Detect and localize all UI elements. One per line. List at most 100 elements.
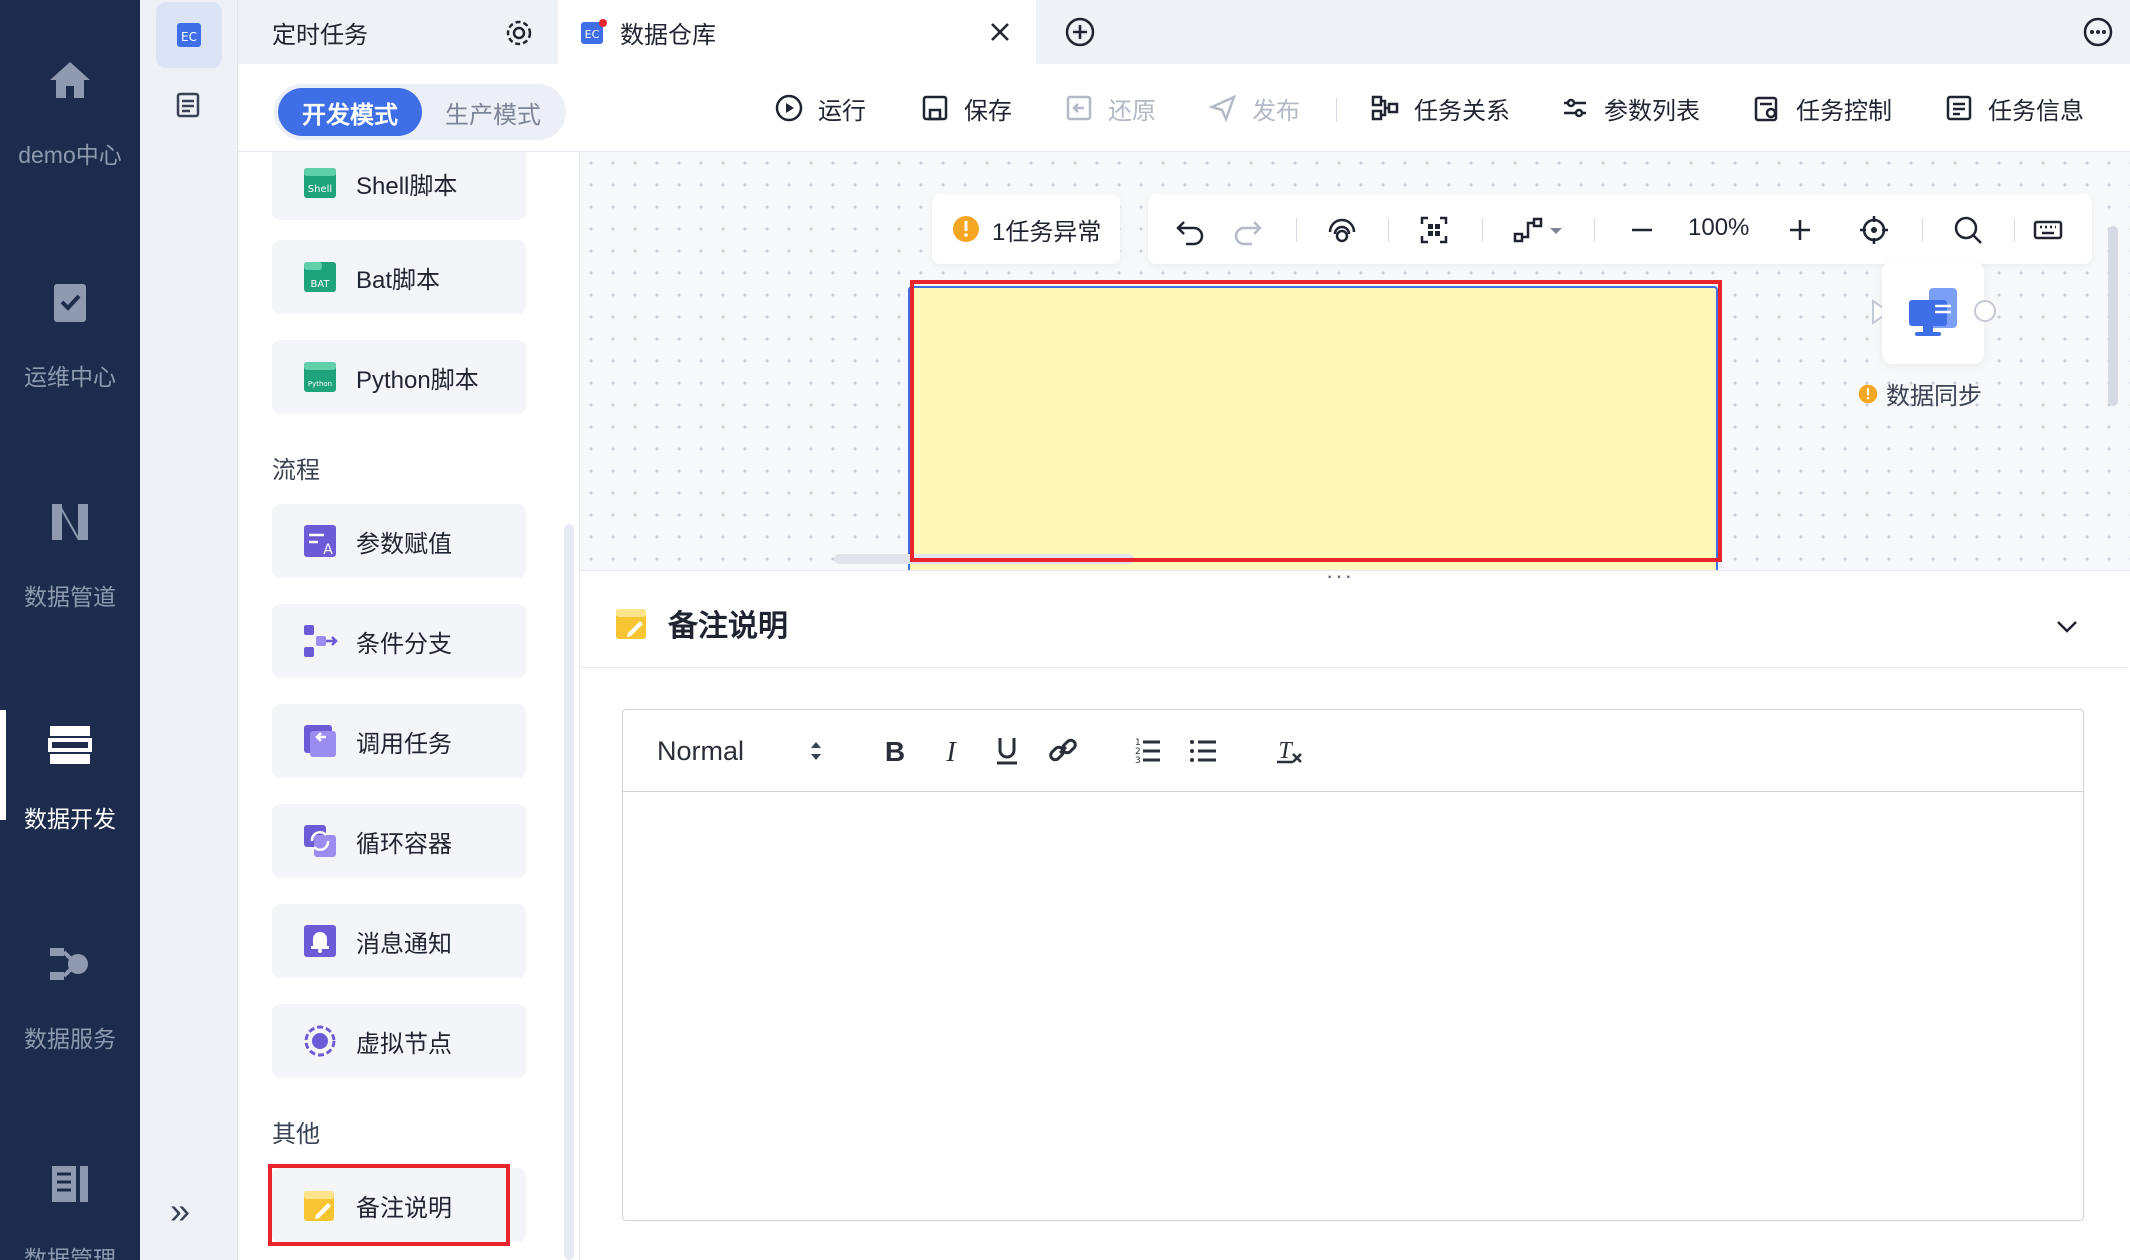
data-sync-node-text: 数据同步	[1886, 383, 1982, 410]
data-sync-node-label: 数据同步	[1858, 376, 1982, 411]
nav-item-data-manage[interactable]: 数据管理	[0, 1160, 140, 1260]
palette-item-python[interactable]: Python Python脚本	[272, 340, 526, 414]
data-sync-icon	[1909, 288, 1957, 336]
canvas-toolbar-divider	[1482, 218, 1483, 242]
chevron-down-icon[interactable]	[2052, 611, 2082, 641]
restore-button[interactable]: 还原	[1064, 90, 1156, 126]
pipeline-icon	[52, 504, 88, 540]
canvas-toolbar: 100%	[1148, 194, 2092, 264]
panel-header: 备注说明	[614, 601, 788, 645]
select-arrows-icon[interactable]	[807, 736, 825, 766]
task-warning-pill[interactable]: 1任务异常	[932, 194, 1120, 264]
clipboard-check-icon	[54, 284, 86, 322]
fit-view-icon[interactable]	[1418, 214, 1450, 246]
svg-text:Python: Python	[308, 380, 332, 388]
code-doc-icon: EC	[177, 23, 201, 47]
palette-item-param-assign[interactable]: A 参数赋值	[272, 504, 526, 578]
node-output-port[interactable]	[1974, 300, 1996, 322]
data-sync-node[interactable]	[1882, 262, 1984, 364]
component-palette: Shell Shell脚本 BAT Bat脚本 Python Python脚本 …	[238, 152, 580, 1260]
palette-item-label: 备注说明	[356, 1194, 452, 1222]
save-button[interactable]: 保存	[920, 90, 1012, 126]
nav-item-data-pipeline[interactable]: 数据管道	[0, 498, 140, 648]
locate-icon[interactable]	[1858, 214, 1890, 246]
canvas-vertical-scrollbar[interactable]	[2108, 226, 2118, 406]
bold-icon[interactable]: B	[879, 734, 911, 766]
task-warning-text: 1任务异常	[992, 218, 1102, 246]
palette-item-note[interactable]: 备注说明	[272, 1168, 526, 1242]
zoom-out-icon[interactable]	[1626, 214, 1658, 246]
close-icon[interactable]	[986, 18, 1014, 46]
server-stack-icon	[48, 726, 92, 764]
auto-layout-icon[interactable]	[1326, 214, 1358, 246]
palette-item-notify[interactable]: 消息通知	[272, 904, 526, 978]
strip-doc-button[interactable]	[156, 72, 222, 138]
palette-scrollbar[interactable]	[564, 524, 574, 1260]
panel-title: 备注说明	[668, 610, 788, 643]
relation-icon	[1371, 95, 1399, 121]
task-info-label: 任务信息	[1988, 97, 2084, 125]
link-icon[interactable]	[1047, 734, 1079, 766]
nav-item-data-service[interactable]: 数据服务	[0, 940, 140, 1090]
tab-scheduled-task[interactable]: 定时任务	[238, 0, 558, 64]
redo-icon[interactable]	[1232, 214, 1264, 246]
svg-text:B: B	[885, 736, 905, 766]
search-icon[interactable]	[1952, 214, 1984, 246]
palette-item-label: 循环容器	[356, 830, 452, 858]
panel-resize-handle[interactable]: ···	[1326, 563, 1354, 589]
undo-icon[interactable]	[1174, 214, 1206, 246]
task-relation-button[interactable]: 任务关系	[1370, 90, 1510, 126]
param-list-button[interactable]: 参数列表	[1560, 90, 1700, 126]
restore-label: 还原	[1108, 97, 1156, 125]
zoom-in-icon[interactable]	[1784, 214, 1816, 246]
loop-icon	[304, 825, 336, 857]
palette-item-label: 条件分支	[356, 630, 452, 658]
ordered-list-icon[interactable]: 1 2 3	[1131, 734, 1163, 766]
tab-data-warehouse[interactable]: EC 数据仓库	[558, 0, 1036, 64]
edge-style-icon[interactable]	[1512, 214, 1566, 246]
palette-item-label: 消息通知	[356, 930, 452, 958]
dev-mode-button[interactable]: 开发模式	[278, 88, 422, 136]
palette-item-call-task[interactable]: 调用任务	[272, 704, 526, 778]
task-control-button[interactable]: 任务控制	[1752, 90, 1892, 126]
workflow-canvas[interactable]: 1任务异常 100% 数据同步	[580, 152, 2130, 570]
run-label: 运行	[818, 97, 866, 125]
warning-icon	[1858, 384, 1878, 403]
prod-mode-button[interactable]: 生产模式	[424, 88, 562, 136]
palette-item-shell[interactable]: Shell Shell脚本	[272, 152, 526, 220]
nav-item-data-dev[interactable]: 数据开发	[0, 710, 140, 870]
publish-button[interactable]: 发布	[1208, 90, 1300, 126]
home-icon	[50, 62, 90, 98]
strip-dev-button[interactable]: EC	[156, 2, 222, 68]
tab-label: 定时任务	[272, 21, 368, 49]
canvas-toolbar-divider	[1922, 218, 1923, 242]
clear-format-icon[interactable]: T	[1273, 734, 1305, 766]
add-tab-icon[interactable]	[1064, 16, 1096, 48]
text-format-select[interactable]: Normal	[657, 736, 744, 767]
more-options-icon[interactable]	[2082, 16, 2114, 48]
note-icon	[616, 609, 646, 639]
nav-label: 数据开发	[24, 806, 116, 832]
bullet-list-icon[interactable]	[1187, 734, 1219, 766]
run-button[interactable]: 运行	[774, 90, 866, 126]
expand-sidebar-icon[interactable]: »	[170, 1190, 190, 1232]
svg-text:3: 3	[1135, 756, 1141, 766]
keyboard-icon[interactable]	[2032, 214, 2064, 246]
note-node[interactable]	[908, 286, 1718, 570]
svg-text:A: A	[323, 542, 333, 558]
tab-bar: 定时任务 EC 数据仓库	[238, 0, 2130, 64]
palette-item-virtual-node[interactable]: 虚拟节点	[272, 1004, 526, 1078]
palette-item-label: Shell脚本	[356, 172, 458, 200]
svg-text:Shell: Shell	[308, 184, 332, 195]
nav-item-demo-center[interactable]: demo中心	[0, 56, 140, 206]
italic-icon[interactable]: I	[935, 734, 967, 766]
palette-item-branch[interactable]: 条件分支	[272, 604, 526, 678]
gear-icon[interactable]	[504, 18, 534, 48]
nav-item-ops-center[interactable]: 运维中心	[0, 278, 140, 428]
underline-icon[interactable]	[991, 734, 1023, 766]
task-info-button[interactable]: 任务信息	[1944, 90, 2084, 126]
palette-item-loop[interactable]: 循环容器	[272, 804, 526, 878]
canvas-horizontal-scrollbar[interactable]	[834, 554, 1134, 564]
nav-label: 数据管道	[24, 584, 116, 610]
palette-item-bat[interactable]: BAT Bat脚本	[272, 240, 526, 314]
